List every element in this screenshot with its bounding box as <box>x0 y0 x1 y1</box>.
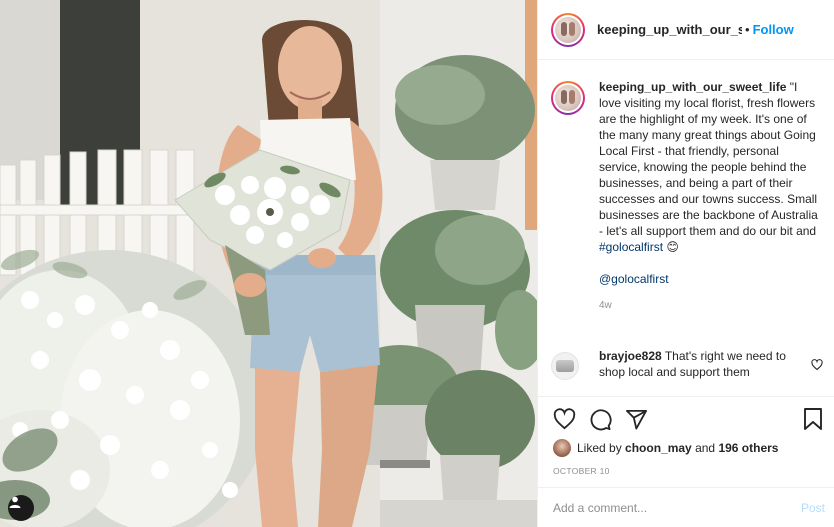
post-photo[interactable] <box>0 0 537 527</box>
likes-others[interactable]: 196 others <box>718 441 778 455</box>
likes-summary: Liked by choon_may and 196 others <box>553 439 778 457</box>
likes-prefix: Liked by <box>577 441 622 455</box>
photo-illustration <box>0 0 537 527</box>
post-details-panel: keeping_up_with_our_swe • Follow keeping… <box>537 0 834 527</box>
caption: keeping_up_with_our_sweet_life "I love v… <box>551 79 826 314</box>
heart-icon[interactable] <box>552 407 576 431</box>
bookmark-icon[interactable] <box>801 407 825 431</box>
caption-avatar[interactable] <box>551 81 585 115</box>
user-tag-icon[interactable] <box>8 495 34 521</box>
heart-small-icon[interactable] <box>811 358 823 376</box>
share-icon[interactable] <box>624 407 648 431</box>
smile-emoji: 😊 <box>666 240 679 254</box>
post-actions: Liked by choon_may and 196 others OCTOBE… <box>538 396 834 486</box>
header-username[interactable]: keeping_up_with_our_swe <box>597 22 742 37</box>
comment-avatar[interactable] <box>551 352 579 380</box>
post-header: keeping_up_with_our_swe • Follow <box>538 0 834 60</box>
post-comment-button[interactable]: Post <box>801 501 825 515</box>
likes-connector: and <box>695 441 716 455</box>
header-separator: • <box>745 22 750 37</box>
likes-user[interactable]: choon_may <box>625 441 692 455</box>
caption-body: keeping_up_with_our_sweet_life "I love v… <box>599 79 819 314</box>
comments-section[interactable]: keeping_up_with_our_sweet_life "I love v… <box>538 61 834 396</box>
comment-body: brayjoe828 That's right we need to shop … <box>599 348 789 380</box>
caption-username[interactable]: keeping_up_with_our_sweet_life <box>599 80 786 94</box>
follow-button[interactable]: Follow <box>753 22 794 37</box>
comment-username[interactable]: brayjoe828 <box>599 349 662 363</box>
caption-timestamp[interactable]: 4w <box>599 298 819 314</box>
caption-hashtag[interactable]: #golocalfirst <box>599 240 663 254</box>
profile-avatar[interactable] <box>551 12 585 47</box>
comment-item: brayjoe828 That's right we need to shop … <box>551 348 831 380</box>
caption-text: "I love visiting my local florist, fresh… <box>599 80 818 238</box>
post-date[interactable]: OCTOBER 10 <box>553 466 610 476</box>
liker-avatar[interactable] <box>553 439 571 457</box>
add-comment-bar: Add a comment... Post <box>538 487 834 527</box>
comment-input[interactable]: Add a comment... <box>553 501 801 515</box>
comment-icon[interactable] <box>588 407 612 431</box>
caption-mention[interactable]: @golocalfirst <box>599 272 669 286</box>
